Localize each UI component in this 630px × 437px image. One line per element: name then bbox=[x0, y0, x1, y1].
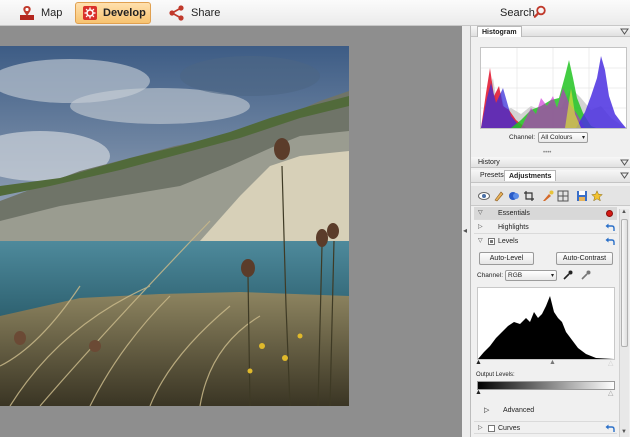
develop-button[interactable]: Develop bbox=[75, 2, 151, 24]
share-button[interactable]: Share bbox=[162, 2, 226, 24]
photo-preview bbox=[0, 46, 349, 406]
histogram-channel-value: All Colours bbox=[541, 134, 573, 141]
highlights-row[interactable]: ▷ Highlights bbox=[474, 221, 617, 234]
curves-label: Curves bbox=[498, 425, 521, 432]
adjustments-scrollbar[interactable]: ▲ ▼ bbox=[619, 209, 629, 437]
advanced-triangle-icon[interactable]: ▷ bbox=[484, 406, 489, 414]
eyedropper-black-icon[interactable] bbox=[562, 269, 574, 283]
expand-triangle-icon: ▽ bbox=[478, 238, 483, 244]
top-toolbar: Map Develop Share Search bbox=[0, 0, 630, 26]
levels-channel-select[interactable]: RGB ▾ bbox=[505, 270, 557, 281]
collapsed-triangle-icon: ▷ bbox=[478, 425, 483, 431]
input-white-slider[interactable]: △ bbox=[608, 359, 613, 367]
undo-arrow-icon[interactable] bbox=[605, 237, 615, 246]
advanced-label[interactable]: Advanced bbox=[503, 407, 534, 414]
map-button[interactable]: Map bbox=[12, 2, 68, 24]
output-levels-label: Output Levels: bbox=[476, 372, 515, 378]
map-label: Map bbox=[41, 7, 63, 19]
curves-enable-checkbox[interactable] bbox=[488, 425, 495, 432]
search-label: Search bbox=[500, 7, 535, 19]
input-black-slider[interactable]: ▲ bbox=[475, 359, 482, 366]
scrollbar-thumb[interactable] bbox=[621, 219, 628, 347]
output-levels-gradient bbox=[477, 381, 615, 390]
expand-triangle-icon: ▽ bbox=[478, 210, 483, 216]
record-dot-icon[interactable] bbox=[606, 210, 613, 217]
share-nodes-icon bbox=[168, 4, 186, 22]
histogram-channel-label: Channel: bbox=[509, 134, 536, 141]
star-icon[interactable] bbox=[590, 189, 603, 202]
search-input[interactable] bbox=[548, 5, 628, 19]
auto-level-button[interactable]: Auto-Level bbox=[479, 252, 534, 265]
tab-presets[interactable]: Presets bbox=[476, 170, 508, 181]
output-white-slider[interactable]: △ bbox=[608, 389, 613, 397]
output-black-slider[interactable]: ▲ bbox=[475, 389, 482, 396]
adjustments-tabbar: Presets Adjustments bbox=[471, 170, 630, 183]
eyedropper-gray-icon[interactable] bbox=[580, 269, 592, 283]
save-icon[interactable] bbox=[575, 189, 588, 202]
highlights-label: Highlights bbox=[498, 224, 529, 231]
develop-label: Develop bbox=[103, 7, 146, 19]
undo-arrow-icon[interactable] bbox=[605, 424, 615, 433]
history-menu-icon[interactable] bbox=[620, 158, 629, 167]
eye-icon[interactable] bbox=[477, 189, 490, 202]
histogram-channel-select[interactable]: All Colours ▾ bbox=[538, 132, 588, 143]
chevron-down-icon: ▾ bbox=[550, 273, 554, 279]
undo-arrow-icon[interactable] bbox=[605, 223, 615, 232]
color-circles-icon[interactable] bbox=[507, 189, 520, 202]
essentials-label: Essentials bbox=[498, 210, 530, 217]
levels-enable-checkbox[interactable] bbox=[488, 238, 495, 245]
levels-label: Levels bbox=[498, 238, 519, 245]
image-canvas[interactable] bbox=[0, 26, 462, 437]
crop-icon[interactable] bbox=[522, 189, 535, 202]
tab-adjustments[interactable]: Adjustments bbox=[504, 170, 557, 181]
develop-gear-icon bbox=[82, 4, 98, 22]
auto-contrast-button[interactable]: Auto-Contrast bbox=[556, 252, 613, 265]
essentials-row[interactable]: ▽ Essentials bbox=[474, 207, 617, 220]
chevron-down-icon: ▾ bbox=[581, 135, 585, 141]
history-header[interactable]: History bbox=[471, 157, 630, 168]
history-title: History bbox=[478, 159, 500, 166]
search-icon[interactable] bbox=[533, 5, 547, 19]
scroll-up-icon[interactable]: ▲ bbox=[621, 209, 627, 215]
map-pin-icon bbox=[18, 4, 36, 22]
histogram-graph bbox=[480, 47, 627, 129]
grid-icon[interactable] bbox=[556, 189, 569, 202]
levels-histogram[interactable] bbox=[477, 287, 615, 360]
adjustments-menu-icon[interactable] bbox=[620, 171, 629, 180]
collapsed-triangle-icon: ▷ bbox=[478, 224, 483, 230]
effects-brush-icon[interactable] bbox=[541, 189, 554, 202]
splitter-grip[interactable]: •••• bbox=[543, 150, 551, 156]
scroll-down-icon[interactable]: ▼ bbox=[621, 429, 627, 435]
adjustment-tools bbox=[471, 186, 630, 206]
curves-row[interactable]: ▷ Curves bbox=[474, 421, 617, 434]
brush-icon[interactable] bbox=[492, 189, 505, 202]
levels-row[interactable]: ▽ Levels bbox=[474, 235, 617, 248]
levels-channel-value: RGB bbox=[508, 272, 523, 279]
histogram-title: Histogram bbox=[477, 26, 522, 37]
levels-channel-label: Channel: bbox=[477, 272, 504, 279]
right-panel: Histogram Channel: All Colours ▾ •••• Hi… bbox=[470, 26, 630, 437]
panel-collapse-handle[interactable]: ◂ bbox=[463, 226, 469, 236]
input-gray-slider[interactable]: ▲ bbox=[549, 359, 556, 366]
histogram-header: Histogram bbox=[471, 26, 630, 37]
histogram-menu-icon[interactable] bbox=[620, 27, 629, 36]
share-label: Share bbox=[191, 7, 221, 19]
